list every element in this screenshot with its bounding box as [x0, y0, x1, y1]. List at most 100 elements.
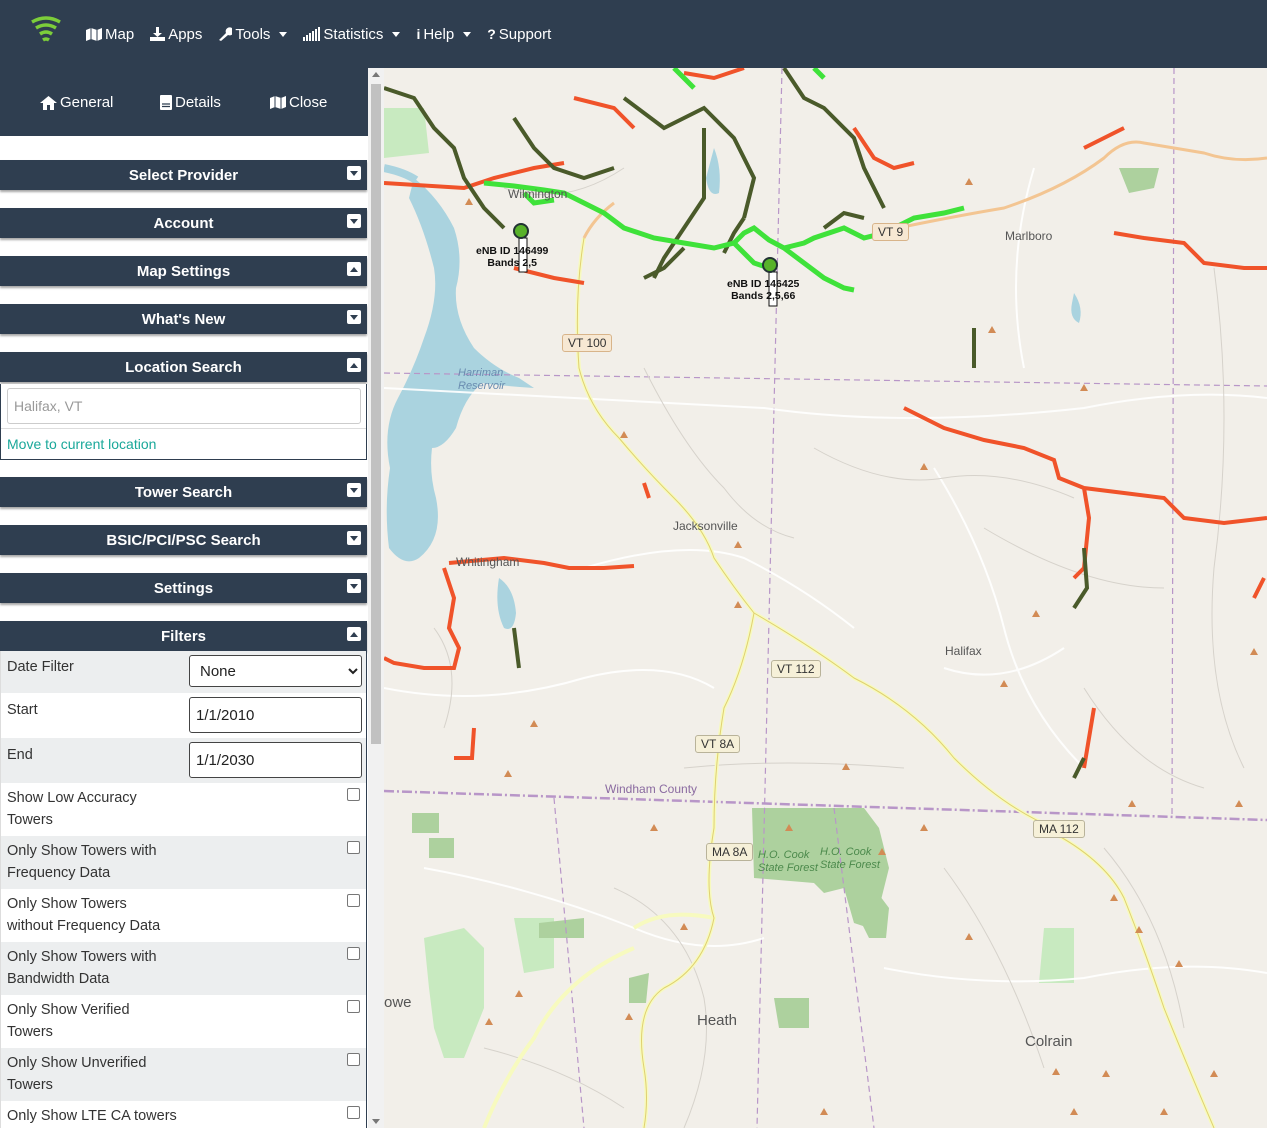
nav-map[interactable]: Map [86, 26, 134, 43]
tower-label[interactable]: eNB ID 146425 Bands 2,5,66 [727, 278, 799, 302]
map-icon [86, 27, 102, 41]
signal-logo-icon[interactable] [28, 12, 64, 48]
panel-account-label: Account [153, 214, 214, 232]
date-filter-select[interactable]: None [189, 655, 362, 687]
tower-marker[interactable] [513, 223, 529, 239]
end-date-input[interactable] [189, 742, 362, 778]
panel-whats-new-label: What's New [141, 310, 226, 328]
end-date-label: End [7, 747, 33, 763]
unverified-towers-checkbox[interactable] [347, 1053, 360, 1066]
sidebar-scrollbar[interactable] [368, 68, 384, 1128]
tower-label[interactable]: eNB ID 146499 Bands 2,5 [476, 245, 548, 269]
collapse-toggle-icon[interactable] [347, 627, 361, 641]
panel-tower-search[interactable]: Tower Search [0, 477, 367, 507]
filter-checkbox-row: Only Show Towers without Frequency Data [0, 889, 367, 942]
bandwidth-data-checkbox[interactable] [347, 947, 360, 960]
panel-location-search-label: Location Search [125, 358, 242, 376]
show-low-accuracy-checkbox[interactable] [347, 788, 360, 801]
coverage-map[interactable]: eNB ID 146499 Bands 2,5 eNB ID 146425 Ba… [384, 68, 1267, 1128]
scroll-up-arrow-icon[interactable] [372, 72, 380, 77]
no-frequency-data-checkbox[interactable] [347, 894, 360, 907]
filter-checkbox-label: Show Low Accuracy Towers [7, 790, 137, 828]
panel-whats-new[interactable]: What's New [0, 304, 367, 334]
expand-toggle-icon[interactable] [347, 483, 361, 497]
town-label-jacksonville: Jacksonville [673, 519, 738, 533]
town-label-marlboro: Marlboro [1005, 229, 1053, 243]
wrench-icon [219, 27, 233, 41]
town-label-wilmington: Wilmington [508, 187, 568, 201]
town-label-colrain: Colrain [1025, 1033, 1073, 1050]
route-shield-ma8a: MA 8A [706, 843, 754, 861]
collapse-toggle-icon[interactable] [347, 262, 361, 276]
location-search-input[interactable] [7, 388, 361, 424]
nav-tools[interactable]: Tools [218, 25, 288, 43]
panel-select-provider[interactable]: Select Provider [0, 160, 367, 190]
filter-checkbox-label: Only Show Towers with Bandwidth Data [7, 949, 157, 987]
panel-account[interactable]: Account [0, 208, 367, 238]
tower-marker[interactable] [762, 257, 778, 273]
filter-checkbox-label: Only Show Unverified Towers [7, 1055, 147, 1093]
town-label-halifax: Halifax [945, 644, 982, 658]
expand-toggle-icon[interactable] [347, 166, 361, 180]
town-label-heath: Heath [697, 1012, 738, 1029]
nav-help-label: Help [423, 25, 455, 43]
tab-close[interactable]: Close [270, 94, 327, 111]
expand-toggle-icon[interactable] [347, 531, 361, 545]
panel-map-settings-label: Map Settings [136, 262, 231, 280]
panel-location-search[interactable]: Location Search [0, 352, 367, 382]
filter-checkbox-label: Only Show Towers without Frequency Data [7, 896, 161, 934]
expand-toggle-icon[interactable] [347, 579, 361, 593]
nav-map-label: Map [105, 25, 135, 43]
town-label-whitingham: Whitingham [456, 555, 520, 569]
tab-general[interactable]: General [40, 94, 113, 111]
nav-apps[interactable]: Apps [150, 26, 202, 43]
panel-map-settings[interactable]: Map Settings [0, 256, 367, 286]
start-date-input[interactable] [189, 697, 362, 733]
move-to-current-location-link[interactable]: Move to current location [7, 436, 156, 452]
forest-label: H.O. Cook State Forest [820, 846, 880, 871]
expand-toggle-icon[interactable] [347, 214, 361, 228]
chevron-down-icon [463, 31, 472, 37]
nav-apps-label: Apps [168, 25, 203, 43]
home-icon [40, 95, 57, 110]
location-search-body: Move to current location [0, 384, 367, 460]
collapse-toggle-icon[interactable] [347, 358, 361, 372]
panel-filters[interactable]: Filters [0, 621, 367, 651]
tab-details[interactable]: Details [160, 94, 221, 111]
filter-checkbox-label: Only Show Verified Towers [7, 1002, 130, 1040]
filter-checkbox-label: Only Show Towers with Frequency Data [7, 843, 157, 881]
chevron-down-icon [279, 31, 288, 37]
route-shield-vt112: VT 112 [771, 660, 821, 678]
filter-checkbox-row: Only Show Towers with Bandwidth Data [0, 942, 367, 995]
route-shield-vt8a: VT 8A [695, 735, 741, 753]
sidebar-tabs: General Details Close [0, 68, 368, 136]
lte-ca-checkbox[interactable] [347, 1106, 360, 1119]
filter-checkbox-row: Only Show Towers with Frequency Data [0, 836, 367, 889]
question-icon: ? [487, 26, 496, 42]
panel-bsic-search[interactable]: BSIC/PCI/PSC Search [0, 525, 367, 555]
scroll-thumb[interactable] [371, 84, 381, 744]
tab-details-label: Details [175, 94, 221, 111]
nav-tools-label: Tools [235, 25, 271, 43]
filter-checkbox-row: Only Show Unverified Towers [0, 1048, 367, 1101]
panel-settings[interactable]: Settings [0, 573, 367, 603]
tab-close-label: Close [289, 94, 328, 111]
end-date-row: End [0, 738, 367, 783]
panel-filters-label: Filters [160, 627, 206, 645]
nav-support[interactable]: ? Support [487, 26, 551, 43]
start-date-label: Start [7, 702, 38, 718]
document-icon [160, 95, 172, 110]
filter-checkbox-row: Only Show Verified Towers [0, 995, 367, 1048]
route-shield-ma112: MA 112 [1033, 820, 1085, 838]
scroll-down-arrow-icon[interactable] [372, 1119, 380, 1124]
info-icon: i [416, 26, 421, 42]
frequency-data-checkbox[interactable] [347, 841, 360, 854]
nav-statistics[interactable]: Statistics [303, 25, 401, 43]
verified-towers-checkbox[interactable] [347, 1000, 360, 1013]
nav-help[interactable]: i Help [416, 25, 472, 43]
expand-toggle-icon[interactable] [347, 310, 361, 324]
filter-checkbox-row: Show Low Accuracy Towers [0, 783, 367, 836]
start-date-row: Start [0, 693, 367, 738]
panel-select-provider-label: Select Provider [128, 166, 239, 184]
nav-statistics-label: Statistics [323, 25, 384, 43]
